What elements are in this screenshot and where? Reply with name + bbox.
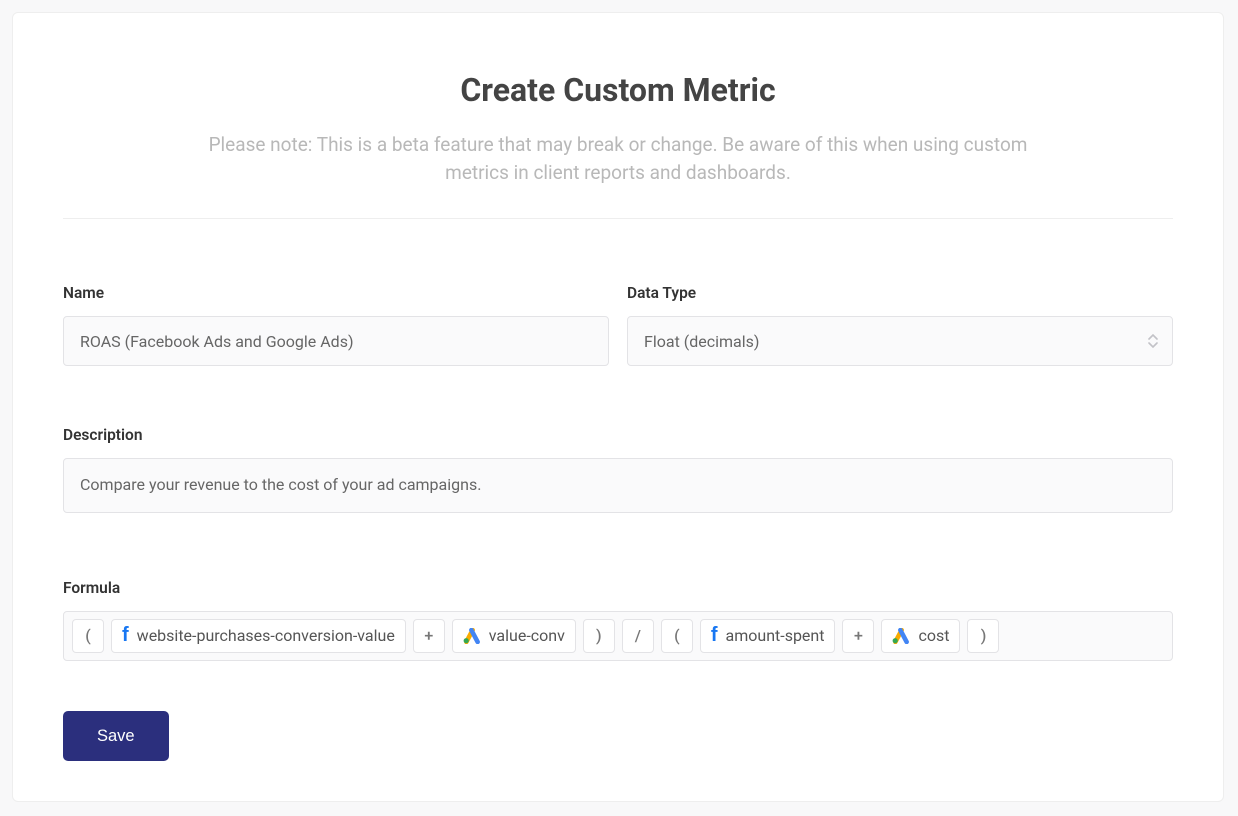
formula-operator-token[interactable]: (	[661, 619, 693, 653]
formula-metric-token[interactable]: value-conv	[452, 619, 576, 653]
formula-operator-token[interactable]: +	[842, 619, 874, 653]
formula-operator-token[interactable]: )	[583, 619, 615, 653]
formula-operator-token[interactable]: +	[413, 619, 445, 653]
formula-metric-token[interactable]: cost	[881, 619, 960, 653]
header-divider	[63, 218, 1173, 219]
data-type-value: Float (decimals)	[644, 332, 759, 351]
field-data-type: Data Type Float (decimals)	[627, 284, 1173, 366]
page-title: Create Custom Metric	[63, 71, 1173, 109]
field-name: Name	[63, 284, 609, 366]
formula-input[interactable]: ( f website-purchases-conversion-value + val…	[63, 611, 1173, 661]
name-input[interactable]	[63, 316, 609, 366]
formula-metric-token[interactable]: f amount-spent	[700, 619, 836, 653]
token-text: cost	[918, 626, 949, 645]
google-ads-icon	[463, 628, 481, 644]
field-description: Description	[63, 426, 1173, 518]
data-type-select[interactable]: Float (decimals)	[627, 316, 1173, 366]
formula-label: Formula	[63, 579, 1173, 597]
token-text: value-conv	[489, 626, 565, 645]
description-label: Description	[63, 426, 1173, 444]
data-type-label: Data Type	[627, 284, 1173, 302]
token-text: website-purchases-conversion-value	[137, 626, 395, 645]
token-text: amount-spent	[726, 626, 825, 645]
form-footer: Save	[63, 671, 1173, 761]
page-subtitle: Please note: This is a beta feature that…	[63, 131, 1173, 186]
name-label: Name	[63, 284, 609, 302]
formula-metric-token[interactable]: f website-purchases-conversion-value	[111, 619, 406, 653]
formula-operator-token[interactable]: /	[622, 619, 654, 653]
facebook-icon: f	[711, 625, 718, 645]
row-name-type: Name Data Type Float (decimals)	[63, 284, 1173, 366]
save-button[interactable]: Save	[63, 711, 169, 761]
create-metric-card: Create Custom Metric Please note: This i…	[12, 12, 1224, 802]
description-input[interactable]	[63, 458, 1173, 513]
google-ads-icon	[892, 628, 910, 644]
facebook-icon: f	[122, 625, 129, 645]
formula-operator-token[interactable]: (	[72, 619, 104, 653]
field-formula: Formula ( f website-purchases-conversion-v…	[63, 579, 1173, 671]
formula-operator-token[interactable]: )	[967, 619, 999, 653]
sort-arrows-icon	[1148, 334, 1158, 348]
